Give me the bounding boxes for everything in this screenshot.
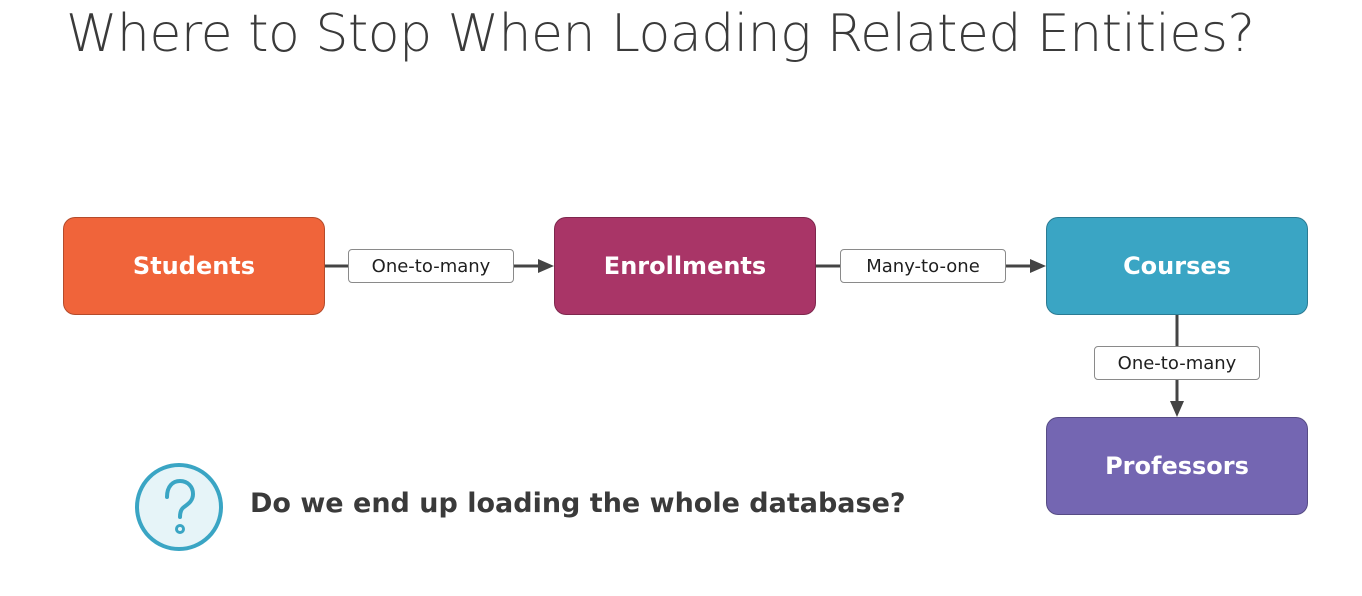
node-professors: Professors [1046,417,1308,515]
relation-label-students-enrollments: One-to-many [348,249,514,283]
question-mark-icon [135,463,223,551]
node-professors-label: Professors [1105,452,1249,480]
node-students-label: Students [132,252,256,280]
node-students: Students [63,217,325,315]
node-courses: Courses [1046,217,1308,315]
relation-label-enrollments-courses: Many-to-one [840,249,1006,283]
node-courses-label: Courses [1123,252,1231,280]
arrowhead-enrollments [538,259,554,273]
arrowhead-courses [1030,259,1046,273]
node-enrollments: Enrollments [554,217,816,315]
arrowhead-professors [1170,401,1184,417]
node-enrollments-label: Enrollments [603,252,767,280]
relation-label-courses-professors: One-to-many [1094,346,1260,380]
question-text: Do we end up loading the whole database? [250,488,906,519]
